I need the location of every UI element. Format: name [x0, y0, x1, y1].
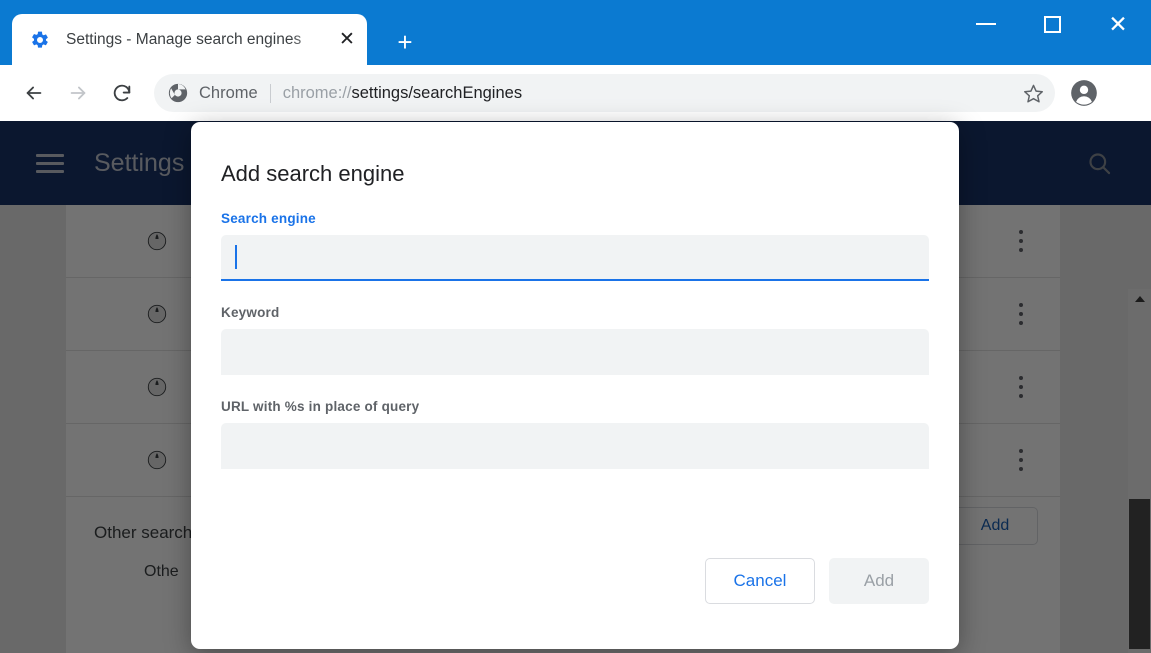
omnibox-url: chrome://settings/searchEngines: [283, 84, 522, 103]
add-search-engine-dialog: Add search engine Search engine Keyword …: [191, 122, 959, 649]
browser-toolbar: Chrome chrome://settings/searchEngines: [0, 65, 1151, 121]
cancel-button[interactable]: Cancel: [705, 558, 815, 604]
url-scheme: chrome://: [282, 83, 352, 102]
new-tab-button[interactable]: +: [385, 26, 425, 58]
url-path: settings/searchEngines: [351, 83, 523, 102]
add-button[interactable]: Add: [829, 558, 929, 604]
tab-title: Settings - Manage search engines: [66, 30, 302, 48]
maximize-icon[interactable]: [1019, 0, 1085, 48]
profile-avatar-icon[interactable]: [1063, 71, 1105, 115]
url-input[interactable]: [221, 423, 929, 469]
keyword-input[interactable]: [221, 329, 929, 375]
search-engine-label: Search engine: [221, 211, 316, 226]
settings-gear-icon: [30, 30, 50, 50]
omnibox-scope-label: Chrome: [199, 83, 258, 102]
chrome-logo-icon: [168, 83, 188, 103]
window-controls: ✕: [953, 0, 1151, 65]
search-engine-field-group: Search engine: [221, 211, 929, 281]
dialog-actions: Cancel Add: [705, 558, 929, 604]
search-engine-input[interactable]: [221, 235, 929, 281]
url-label: URL with %s in place of query: [221, 399, 420, 414]
omnibox-divider: [269, 83, 271, 103]
close-icon[interactable]: ✕: [337, 30, 357, 50]
url-field-group: URL with %s in place of query: [221, 399, 929, 469]
title-bar: Settings - Manage search engines ✕ + ✕: [0, 0, 1151, 65]
minimize-icon[interactable]: [953, 0, 1019, 48]
browser-window: Settings - Manage search engines ✕ + ✕ C…: [0, 0, 1151, 653]
dialog-title: Add search engine: [221, 161, 405, 186]
text-caret: [235, 245, 237, 269]
address-bar[interactable]: Chrome chrome://settings/searchEngines: [154, 74, 1055, 112]
browser-tab[interactable]: Settings - Manage search engines ✕: [12, 14, 367, 65]
back-arrow-icon[interactable]: [12, 71, 56, 115]
keyword-label: Keyword: [221, 305, 280, 320]
forward-arrow-icon: [56, 71, 100, 115]
keyword-field-group: Keyword: [221, 305, 929, 375]
reload-icon[interactable]: [100, 71, 144, 115]
bookmark-star-icon[interactable]: [1015, 75, 1051, 111]
three-dot-menu-icon[interactable]: [1105, 71, 1145, 115]
close-icon[interactable]: ✕: [1085, 0, 1151, 48]
